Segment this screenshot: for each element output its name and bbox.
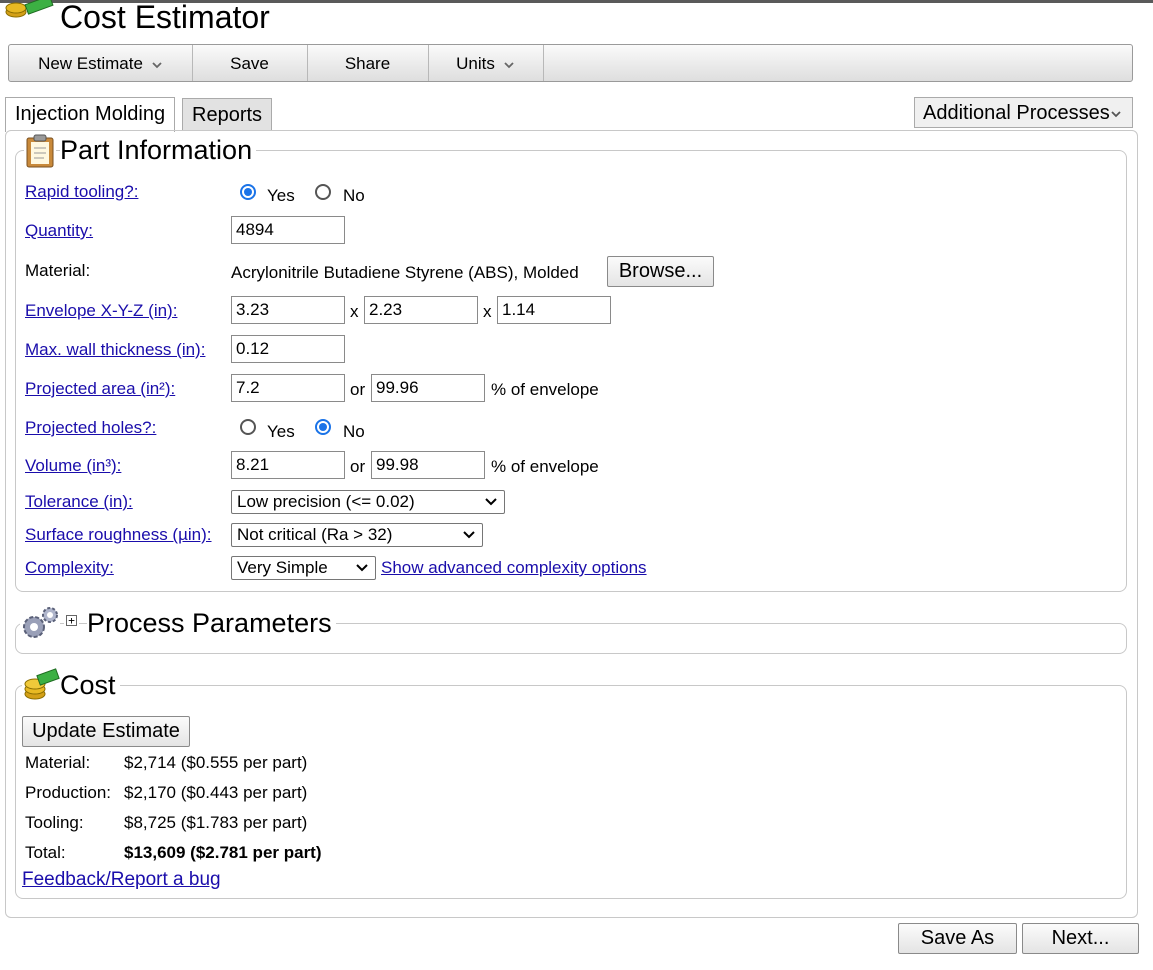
rapid-tooling-no-radio[interactable] (315, 184, 331, 200)
browse-material-button[interactable]: Browse... (607, 256, 714, 287)
projected-area-label[interactable]: Projected area (in²): (25, 379, 175, 399)
share-label: Share (344, 54, 391, 73)
material-label: Material: (25, 261, 91, 280)
save-menu-button[interactable]: Save (192, 45, 308, 81)
volume-label[interactable]: Volume (in³): (25, 456, 121, 476)
additional-processes-dropdown[interactable]: Additional Processes (914, 97, 1133, 128)
update-estimate-button[interactable]: Update Estimate (22, 716, 190, 747)
chevron-down-icon (485, 498, 497, 506)
new-estimate-label: New Estimate (38, 54, 143, 73)
envelope-sep-2: x (483, 302, 492, 321)
clipboard-icon (24, 133, 56, 169)
projected-holes-label[interactable]: Projected holes?: (25, 418, 156, 438)
rapid-tooling-label[interactable]: Rapid tooling?: (25, 182, 138, 202)
projected-area-percent-input[interactable]: 99.96 (371, 374, 485, 402)
cost-production-value: $2,170 ($0.443 per part) (124, 783, 308, 802)
gears-icon (20, 605, 60, 641)
tolerance-value: Low precision (<= 0.02) (237, 492, 415, 511)
wall-thickness-input[interactable]: 0.12 (231, 335, 345, 363)
chevron-down-icon (504, 61, 514, 68)
chevron-down-icon (152, 61, 162, 68)
additional-processes-label: Additional Processes (923, 102, 1110, 124)
new-estimate-menu[interactable]: New Estimate (9, 45, 193, 81)
advanced-complexity-link[interactable]: Show advanced complexity options (381, 558, 647, 578)
cost-tooling-value: $8,725 ($1.783 per part) (124, 813, 308, 832)
volume-percent-input[interactable]: 99.98 (371, 451, 485, 479)
projected-area-suffix: % of envelope (491, 380, 599, 399)
units-menu[interactable]: Units (428, 45, 544, 81)
projected-holes-no-radio[interactable] (315, 419, 331, 435)
money-icon (5, 0, 54, 18)
wall-thickness-label[interactable]: Max. wall thickness (in): (25, 340, 205, 360)
projected-holes-no-label: No (343, 422, 365, 441)
menubar: New Estimate Save Share Units (8, 44, 1133, 82)
volume-input[interactable]: 8.21 (231, 451, 345, 479)
projected-area-input[interactable]: 7.2 (231, 374, 345, 402)
envelope-x-input[interactable]: 3.23 (231, 296, 345, 324)
process-parameters-title: Process Parameters (87, 607, 336, 639)
rapid-tooling-yes-radio[interactable] (240, 184, 256, 200)
complexity-label[interactable]: Complexity: (25, 558, 114, 578)
chevron-down-icon (356, 564, 368, 572)
cost-material-label: Material: (25, 753, 91, 772)
cost-total-label: Total: (25, 843, 66, 862)
rapid-tooling-yes-label: Yes (267, 186, 295, 205)
quantity-input[interactable]: 4894 (231, 216, 345, 244)
share-menu-button[interactable]: Share (307, 45, 429, 81)
chevron-down-icon (463, 531, 475, 539)
projected-holes-yes-label: Yes (267, 422, 295, 441)
quantity-label[interactable]: Quantity: (25, 221, 93, 241)
complexity-value: Very Simple (237, 558, 328, 577)
surface-roughness-select[interactable]: Not critical (Ra > 32) (231, 523, 483, 547)
rapid-tooling-no-label: No (343, 186, 365, 205)
units-label: Units (456, 54, 495, 73)
surface-roughness-value: Not critical (Ra > 32) (237, 525, 393, 544)
volume-suffix: % of envelope (491, 457, 599, 476)
material-value: Acrylonitrile Butadiene Styrene (ABS), M… (231, 263, 579, 282)
part-information-title: Part Information (60, 134, 257, 166)
tolerance-select[interactable]: Low precision (<= 0.02) (231, 490, 505, 514)
volume-or: or (350, 457, 366, 476)
tab-injection-molding[interactable]: Injection Molding (5, 97, 176, 132)
cost-total-value: $13,609 ($2.781 per part) (124, 843, 322, 862)
surface-roughness-label[interactable]: Surface roughness (µin): (25, 525, 212, 545)
cost-title: Cost (60, 669, 120, 701)
tab-reports[interactable]: Reports (182, 98, 273, 131)
money-icon (22, 668, 60, 704)
feedback-link[interactable]: Feedback/Report a bug (22, 869, 221, 891)
tolerance-label[interactable]: Tolerance (in): (25, 492, 133, 512)
expand-icon[interactable]: + (66, 615, 77, 626)
save-label: Save (230, 54, 269, 73)
complexity-select[interactable]: Very Simple (231, 556, 376, 580)
envelope-label[interactable]: Envelope X-Y-Z (in): (25, 301, 177, 321)
chevron-down-icon (1111, 111, 1121, 118)
cost-production-label: Production: (25, 783, 111, 802)
projected-holes-yes-radio[interactable] (240, 419, 256, 435)
envelope-sep-1: x (350, 302, 359, 321)
projected-area-or: or (350, 380, 366, 399)
save-as-button[interactable]: Save As (898, 923, 1017, 954)
cost-tooling-label: Tooling: (25, 813, 84, 832)
app-title: Cost Estimator (60, 0, 270, 35)
next-button[interactable]: Next... (1022, 923, 1139, 954)
cost-material-value: $2,714 ($0.555 per part) (124, 753, 308, 772)
envelope-z-input[interactable]: 1.14 (497, 296, 611, 324)
envelope-y-input[interactable]: 2.23 (364, 296, 478, 324)
